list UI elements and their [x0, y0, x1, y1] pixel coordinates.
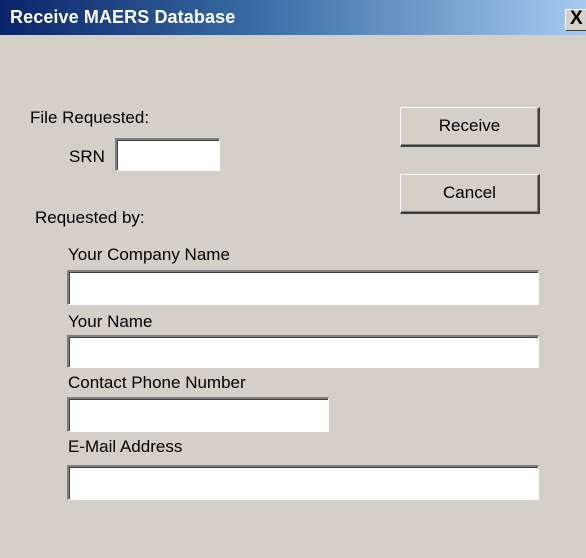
phone-input[interactable]	[67, 397, 329, 432]
window-title: Receive MAERS Database	[10, 7, 236, 27]
close-button[interactable]: X	[565, 9, 586, 31]
srn-input[interactable]	[115, 138, 220, 171]
your-name-input[interactable]	[67, 335, 539, 368]
company-name-input[interactable]	[67, 270, 539, 305]
title-bar[interactable]: Receive MAERS Database X	[0, 0, 586, 35]
company-name-label: Your Company Name	[68, 245, 230, 264]
phone-label: Contact Phone Number	[68, 373, 246, 392]
email-label: E-Mail Address	[68, 437, 183, 456]
cancel-button[interactable]: Cancel	[400, 174, 540, 214]
file-requested-label: File Requested:	[30, 108, 150, 127]
srn-label: SRN	[69, 147, 105, 166]
requested-by-label: Requested by:	[35, 208, 145, 227]
receive-maers-dialog: Receive MAERS Database X File Requested:…	[0, 0, 586, 558]
receive-button[interactable]: Receive	[400, 107, 540, 147]
email-input[interactable]	[67, 465, 539, 500]
your-name-label: Your Name	[68, 312, 153, 331]
close-icon: X	[570, 8, 583, 29]
